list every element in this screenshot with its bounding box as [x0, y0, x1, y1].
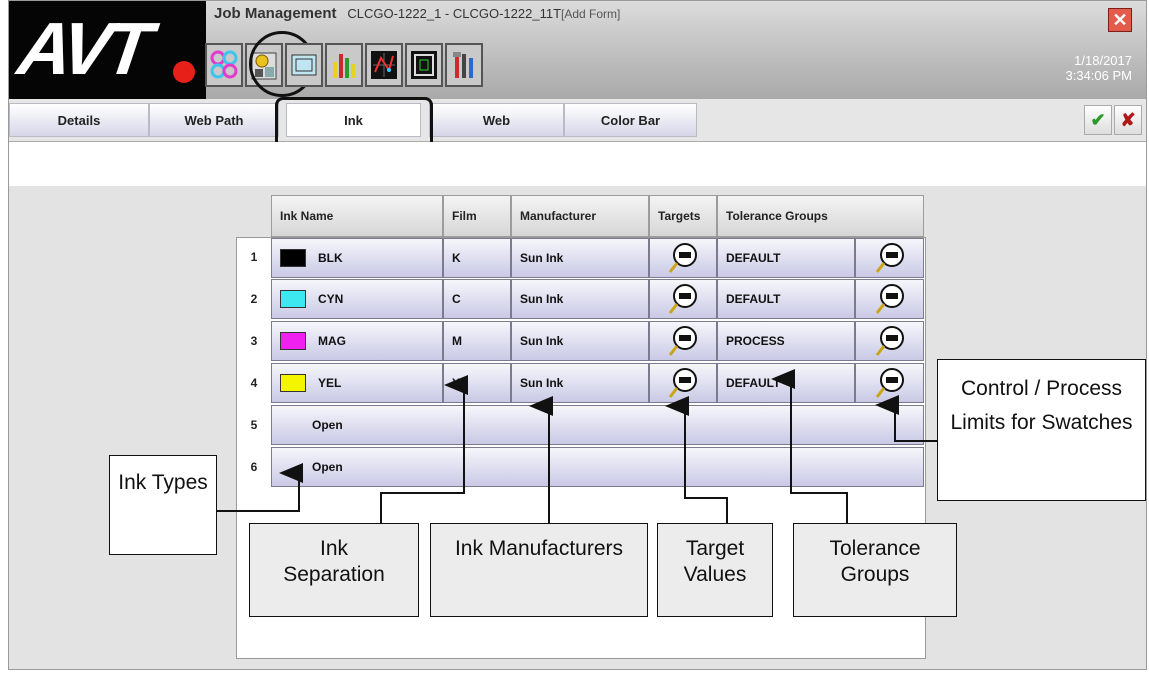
callout-ink-separation: Ink Separation: [249, 523, 419, 617]
callout-ink-types: Ink Types: [109, 455, 217, 555]
callout-control-limits: Control / Process Limits for Swatches: [937, 359, 1146, 501]
app-window: AVT Job Management CLCGO-1222_1 - CLCGO-…: [8, 0, 1147, 670]
callout-target-values: Target Values: [657, 523, 773, 617]
callout-tolerance-groups: Tolerance Groups: [793, 523, 957, 617]
callout-ink-manufacturers: Ink Manufacturers: [430, 523, 648, 617]
